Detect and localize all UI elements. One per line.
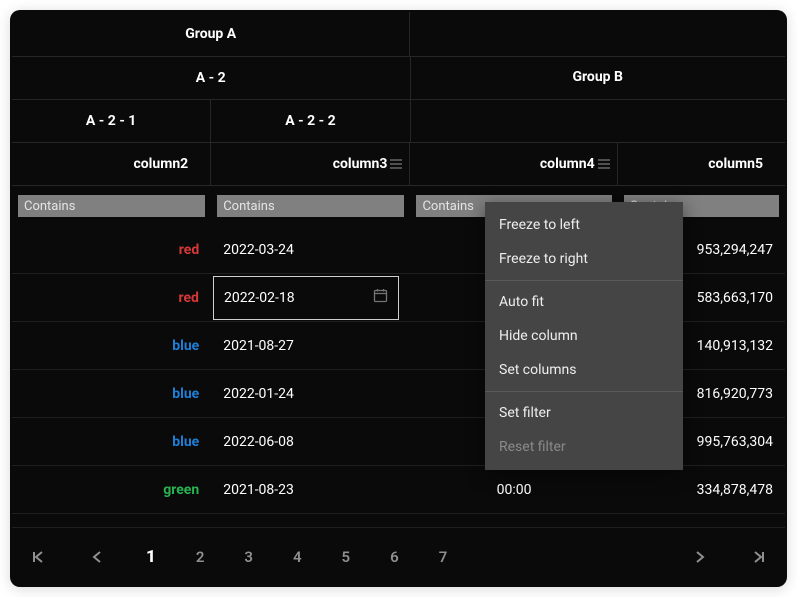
table-row[interactable]: green2021-08-2300:00334,878,478 bbox=[12, 466, 785, 514]
paginator: 1 2 3 4 5 6 7 bbox=[12, 527, 785, 585]
menu-separator bbox=[485, 391, 683, 392]
header-column2-label: column2 bbox=[133, 156, 188, 172]
menu-icon[interactable] bbox=[389, 157, 403, 171]
cell-column3[interactable]: 2021-08-23 bbox=[211, 466, 410, 513]
page-button[interactable]: 2 bbox=[196, 548, 205, 566]
menu-item-set-columns[interactable]: Set columns bbox=[485, 353, 683, 387]
header-group-b[interactable]: Group B bbox=[410, 12, 785, 142]
menu-item-hide-column[interactable]: Hide column bbox=[485, 319, 683, 353]
calendar-icon[interactable] bbox=[373, 288, 388, 307]
header-a22[interactable]: A - 2 - 2 bbox=[211, 100, 410, 142]
cell-column2[interactable]: blue bbox=[12, 418, 211, 465]
menu-separator bbox=[485, 280, 683, 281]
menu-icon[interactable] bbox=[597, 157, 611, 171]
menu-item-auto-fit[interactable]: Auto fit bbox=[485, 285, 683, 319]
header-column4[interactable]: column4 bbox=[410, 143, 617, 185]
cell-column3[interactable]: 2022-01-24 bbox=[211, 370, 410, 417]
cell-column2[interactable]: red bbox=[12, 226, 211, 273]
cell-column3[interactable]: 2022-02-18 bbox=[211, 274, 411, 321]
page-button[interactable]: 5 bbox=[342, 548, 351, 566]
page-button[interactable]: 7 bbox=[439, 548, 448, 566]
header-column2[interactable]: column2 bbox=[12, 143, 211, 185]
header-column3[interactable]: column3 bbox=[211, 143, 410, 185]
cell-column2[interactable]: red bbox=[12, 274, 211, 321]
header-group-a[interactable]: Group A bbox=[12, 12, 410, 56]
cell-column2[interactable]: blue bbox=[12, 322, 211, 369]
cell-column3[interactable]: 2021-08-27 bbox=[211, 322, 410, 369]
filter-input-column2[interactable]: Contains bbox=[18, 195, 205, 217]
menu-item-freeze-right[interactable]: Freeze to right bbox=[485, 242, 683, 276]
next-page-button[interactable] bbox=[691, 550, 709, 564]
date-editor[interactable]: 2022-02-18 bbox=[213, 276, 399, 320]
page-button[interactable]: 1 bbox=[146, 547, 156, 567]
first-page-button[interactable] bbox=[30, 550, 48, 564]
table-header: Group A Group B A - 2 A - 2 - 1 A - 2 - … bbox=[12, 12, 785, 226]
header-a2[interactable]: A - 2 bbox=[12, 57, 411, 99]
prev-page-button[interactable] bbox=[88, 550, 106, 564]
page-button[interactable]: 3 bbox=[244, 548, 253, 566]
page-button[interactable]: 6 bbox=[390, 548, 399, 566]
filter-input-column3[interactable]: Contains bbox=[217, 195, 404, 217]
column-context-menu: Freeze to left Freeze to right Auto fit … bbox=[485, 202, 683, 470]
last-page-button[interactable] bbox=[749, 550, 767, 564]
cell-column2[interactable]: blue bbox=[12, 370, 211, 417]
header-column3-label: column3 bbox=[333, 156, 388, 172]
header-a21[interactable]: A - 2 - 1 bbox=[12, 100, 211, 142]
data-grid: Group A Group B A - 2 A - 2 - 1 A - 2 - … bbox=[10, 10, 787, 587]
menu-item-freeze-left[interactable]: Freeze to left bbox=[485, 208, 683, 242]
cell-column5[interactable]: 334,878,478 bbox=[618, 466, 785, 513]
cell-column2[interactable]: green bbox=[12, 466, 211, 513]
date-editor-value: 2022-02-18 bbox=[224, 290, 295, 306]
header-column5[interactable]: column5 bbox=[618, 143, 785, 185]
header-column5-label: column5 bbox=[708, 156, 763, 172]
cell-column3[interactable]: 2022-06-08 bbox=[211, 418, 410, 465]
menu-item-set-filter[interactable]: Set filter bbox=[485, 396, 683, 430]
cell-column3[interactable]: 2022-03-24 bbox=[211, 226, 410, 273]
header-column4-label: column4 bbox=[540, 156, 595, 172]
cell-column4[interactable]: 00:00 bbox=[410, 466, 617, 513]
menu-item-reset-filter[interactable]: Reset filter bbox=[485, 430, 683, 464]
page-button[interactable]: 4 bbox=[293, 548, 302, 566]
